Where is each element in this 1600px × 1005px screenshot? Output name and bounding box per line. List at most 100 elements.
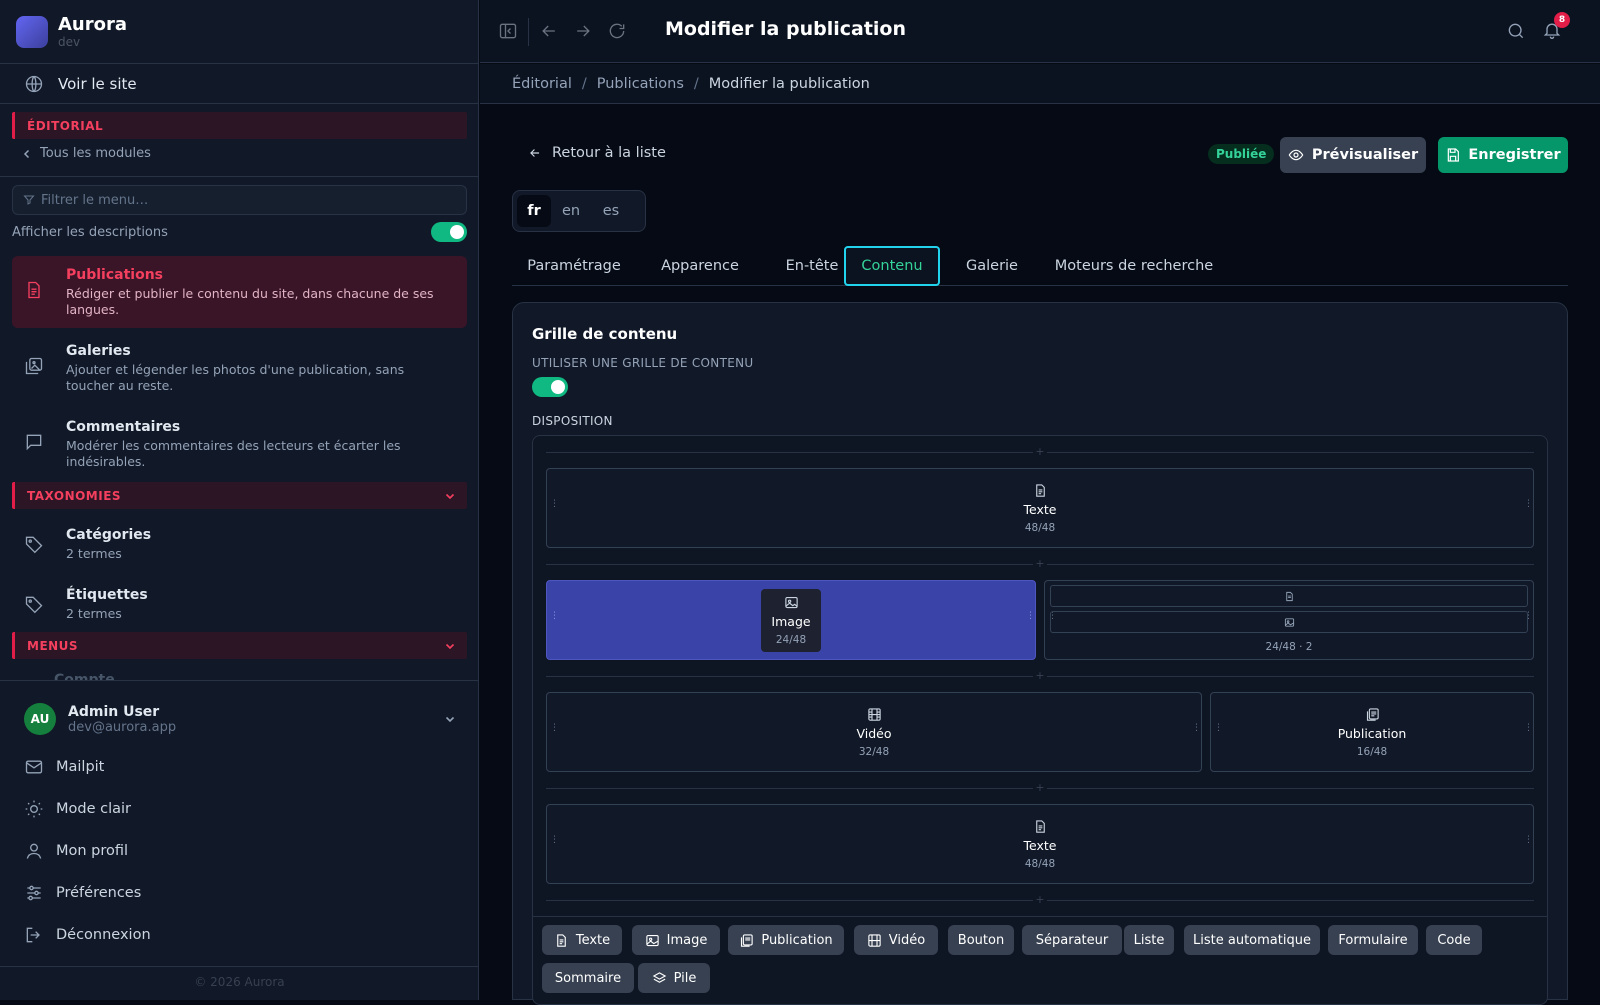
footer-item-preferences[interactable]: Préférences: [24, 882, 141, 904]
image-icon: [645, 934, 659, 946]
add-image-button[interactable]: Image: [632, 925, 720, 955]
footer-item-mode-clair[interactable]: Mode clair: [24, 798, 131, 820]
footer-item-deconnexion[interactable]: Déconnexion: [24, 924, 151, 946]
plus-icon[interactable]: +: [1033, 894, 1047, 906]
tab-contenu[interactable]: Contenu: [844, 246, 940, 286]
sidebar-item-compte-partial[interactable]: Compte: [54, 672, 115, 680]
grid-block-video[interactable]: ⋮ Vidéo 32/48 ⋮: [546, 692, 1202, 772]
user-menu[interactable]: AU Admin User dev@aurora.app: [12, 697, 467, 741]
mail-icon: [25, 760, 43, 774]
tab-apparence[interactable]: Apparence: [644, 246, 756, 286]
document-icon: [1035, 819, 1045, 833]
arrow-back-icon: [530, 149, 540, 157]
drag-handle-icon[interactable]: ⋮: [1524, 500, 1533, 509]
drag-handle-icon[interactable]: ⋮: [550, 836, 559, 845]
drag-handle-icon[interactable]: ⋮: [1214, 724, 1223, 733]
lang-es[interactable]: es: [591, 195, 631, 227]
use-grid-toggle[interactable]: [532, 377, 568, 397]
breadcrumb-item[interactable]: Publications: [597, 76, 684, 92]
drag-handle-icon[interactable]: ⋮: [550, 500, 559, 509]
plus-icon[interactable]: +: [1033, 782, 1047, 794]
grid-block-texte[interactable]: ⋮ Texte 48/48 ⋮: [546, 804, 1534, 884]
add-separateur-button[interactable]: Séparateur: [1022, 925, 1122, 955]
search-icon[interactable]: [1506, 21, 1526, 41]
block-size: 24/48: [775, 633, 807, 646]
grid-block-stack[interactable]: ⋮ 24/48 · 2 ⋮: [1044, 580, 1534, 660]
drag-handle-icon[interactable]: ⋮: [1026, 612, 1035, 621]
add-code-button[interactable]: Code: [1426, 925, 1482, 955]
drag-handle-icon[interactable]: ⋮: [1524, 836, 1533, 845]
divider: [528, 18, 529, 46]
drag-handle-icon[interactable]: ⋮: [1524, 612, 1533, 621]
add-liste-button[interactable]: Liste: [1124, 925, 1174, 955]
add-pile-button[interactable]: Pile: [638, 963, 710, 993]
image-icon: [784, 596, 798, 608]
section-editorial[interactable]: ÉDITORIAL: [12, 112, 467, 139]
breadcrumb-current: Modifier la publication: [708, 75, 870, 92]
save-icon: [1448, 148, 1460, 162]
document-icon: [28, 281, 40, 299]
grid-block-publication[interactable]: ⋮ Publication 16/48 ⋮: [1210, 692, 1534, 772]
add-video-button[interactable]: Vidéo: [854, 925, 938, 955]
show-descriptions-toggle[interactable]: [431, 222, 467, 242]
sidebar-item-desc: 2 termes: [66, 606, 122, 621]
add-liste-automatique-button[interactable]: Liste automatique: [1184, 925, 1320, 955]
notification-badge: 8: [1554, 12, 1570, 28]
section-taxonomies[interactable]: TAXONOMIES: [12, 482, 467, 509]
plus-icon[interactable]: +: [1033, 670, 1047, 682]
sidebar-item-desc: 2 termes: [66, 546, 122, 561]
add-formulaire-button[interactable]: Formulaire: [1328, 925, 1418, 955]
image-icon: [1284, 617, 1294, 627]
language-switcher: fr en es: [512, 190, 646, 232]
arrow-back-icon[interactable]: [539, 21, 559, 41]
plus-icon[interactable]: +: [1033, 446, 1047, 458]
add-bouton-button[interactable]: Bouton: [948, 925, 1014, 955]
tab-parametrage[interactable]: Paramétrage: [512, 246, 636, 286]
breadcrumb-item[interactable]: Éditorial: [512, 76, 572, 92]
lang-en[interactable]: en: [551, 195, 591, 227]
drag-handle-icon[interactable]: ⋮: [550, 724, 559, 733]
footer-item-mailpit[interactable]: Mailpit: [24, 756, 104, 778]
all-modules-link[interactable]: Tous les modules: [22, 146, 151, 161]
back-to-list-link[interactable]: Retour à la liste: [528, 145, 666, 161]
footer-item-mon-profil[interactable]: Mon profil: [24, 840, 128, 862]
user-email: dev@aurora.app: [68, 719, 177, 735]
sidebar-item-commentaires[interactable]: Commentaires Modérer les commentaires de…: [12, 408, 467, 480]
section-menus[interactable]: MENUS: [12, 632, 467, 659]
stack-sub-block-texte[interactable]: [1050, 585, 1528, 607]
preview-button[interactable]: Prévisualiser: [1280, 137, 1426, 173]
publication-icon: [1366, 707, 1379, 721]
layout-label: DISPOSITION: [532, 414, 613, 428]
stack-sub-block-image[interactable]: [1050, 611, 1528, 633]
refresh-icon[interactable]: [607, 21, 627, 41]
brand[interactable]: Aurora dev: [0, 0, 478, 64]
drag-handle-icon[interactable]: ⋮: [1524, 724, 1533, 733]
chevron-left-icon: [23, 149, 30, 158]
tab-moteurs-de-recherche[interactable]: Moteurs de recherche: [1044, 246, 1224, 286]
layers-icon: [652, 971, 666, 983]
drag-handle-icon[interactable]: ⋮: [550, 612, 559, 621]
sidebar-toggle-icon[interactable]: [498, 21, 518, 41]
grid-block-image-selected[interactable]: ⋮ Image 24/48 ⋮: [546, 580, 1036, 660]
sidebar-item-publications[interactable]: Publications Rédiger et publier le conte…: [12, 256, 467, 328]
gallery-icon: [25, 357, 43, 375]
add-texte-button[interactable]: Texte: [542, 925, 622, 955]
sidebar-item-etiquettes[interactable]: Étiquettes 2 termes: [12, 576, 467, 632]
sidebar-item-desc: Modérer les commentaires des lecteurs et…: [66, 438, 401, 469]
sidebar-item-galeries[interactable]: Galeries Ajouter et légender les photos …: [12, 332, 467, 404]
arrow-forward-icon[interactable]: [573, 21, 593, 41]
add-publication-button[interactable]: Publication: [728, 925, 844, 955]
save-button[interactable]: Enregistrer: [1438, 137, 1568, 173]
user-name: Admin User: [68, 703, 160, 720]
drag-handle-icon[interactable]: ⋮: [1192, 724, 1201, 733]
grid-block-texte[interactable]: ⋮ Texte 48/48 ⋮: [546, 468, 1534, 548]
user-icon: [26, 843, 42, 859]
comment-icon: [26, 434, 42, 451]
view-site-link[interactable]: Voir le site: [0, 64, 478, 104]
sidebar-item-categories[interactable]: Catégories 2 termes: [12, 516, 467, 572]
plus-icon[interactable]: +: [1033, 558, 1047, 570]
tab-galerie[interactable]: Galerie: [948, 246, 1036, 286]
menu-filter-input[interactable]: Filtrer le menu…: [12, 185, 467, 215]
add-sommaire-button[interactable]: Sommaire: [542, 963, 634, 993]
lang-fr[interactable]: fr: [517, 195, 551, 227]
